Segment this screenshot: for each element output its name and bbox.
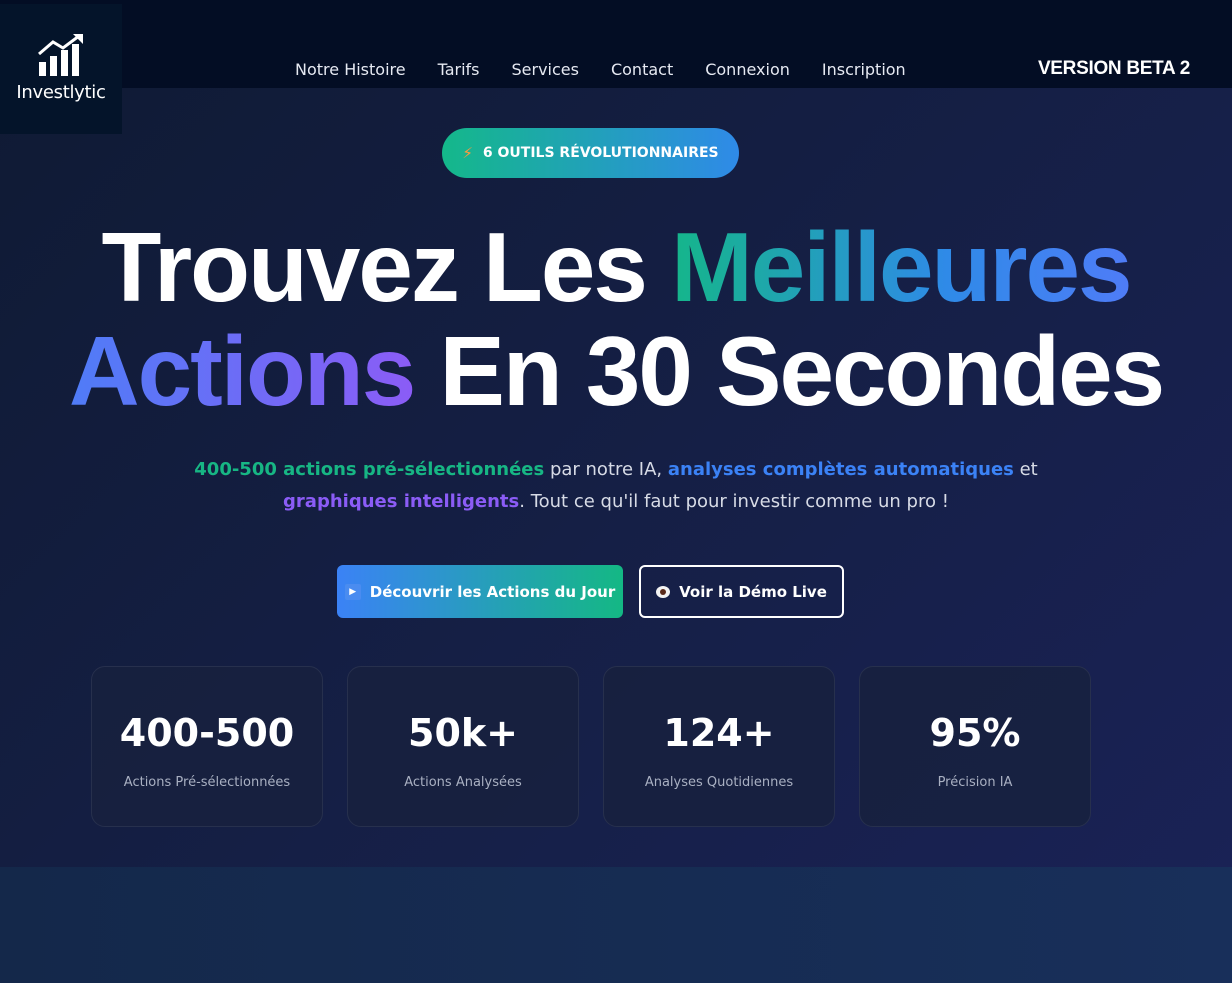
discover-actions-label: Découvrir les Actions du Jour (369, 582, 616, 601)
subtitle-text: par notre IA, (544, 459, 668, 480)
live-demo-button[interactable]: Voir la Démo Live (639, 565, 844, 618)
nav-item-tarifs[interactable]: Tarifs (422, 60, 496, 80)
stat-label: Actions Analysées (404, 775, 522, 790)
stat-label: Précision IA (937, 775, 1013, 790)
tools-badge: ⚡ 6 OUTILS RÉVOLUTIONNAIRES (442, 128, 739, 178)
stat-label: Actions Pré-sélectionnées (123, 775, 291, 790)
lightning-icon: ⚡ (462, 144, 473, 162)
stat-card: 400-500 Actions Pré-sélectionnées (91, 666, 323, 827)
stat-card: 124+ Analyses Quotidiennes (603, 666, 835, 827)
brand-logo[interactable]: Investlytic (0, 4, 122, 134)
chart-growth-icon (38, 34, 83, 76)
headline-line-1: Trouvez Les Meilleures (0, 218, 1232, 316)
headline-text: Trouvez Les (101, 212, 648, 322)
discover-actions-button[interactable]: ▶ Découvrir les Actions du Jour (337, 565, 623, 618)
nav-item-services[interactable]: Services (496, 60, 595, 80)
stat-card: 95% Précision IA (859, 666, 1091, 827)
subtitle-text: et (1013, 459, 1038, 480)
eye-icon (656, 585, 671, 598)
subtitle-line-1: 400-500 actions pré-sélectionnées par no… (0, 454, 1232, 486)
version-label: VERSION BETA 2 (1037, 58, 1190, 79)
nav-item-contact[interactable]: Contact (595, 60, 689, 80)
nav-item-connexion[interactable]: Connexion (689, 60, 806, 80)
subtitle-text: . Tout ce qu'il faut pour investir comme… (519, 491, 949, 512)
live-demo-label: Voir la Démo Live (679, 582, 827, 601)
headline-highlight: Meilleures (671, 212, 1132, 322)
nav-item-inscription[interactable]: Inscription (806, 60, 922, 80)
stat-value: 95% (929, 711, 1021, 755)
stat-card: 50k+ Actions Analysées (347, 666, 579, 827)
next-section (0, 867, 1232, 983)
headline-highlight: Actions (68, 316, 416, 426)
brand-name: Investlytic (16, 82, 106, 103)
headline-line-2: Actions En 30 Secondes (0, 322, 1232, 420)
stat-value: 50k+ (408, 711, 518, 755)
headline-text: En 30 Secondes (439, 316, 1165, 426)
stat-value: 124+ (663, 711, 775, 755)
nav-item-notre-histoire[interactable]: Notre Histoire (279, 60, 422, 80)
subtitle-line-2: graphiques intelligents. Tout ce qu'il f… (0, 486, 1232, 518)
main-nav: Notre Histoire Tarifs Services Contact C… (279, 60, 922, 80)
subtitle-highlight: 400-500 actions pré-sélectionnées (194, 459, 545, 480)
subtitle-highlight: graphiques intelligents (283, 491, 520, 512)
tools-badge-label: 6 OUTILS RÉVOLUTIONNAIRES (482, 145, 719, 161)
subtitle-highlight: analyses complètes automatiques (667, 459, 1014, 480)
stat-value: 400-500 (119, 711, 295, 755)
play-icon: ▶ (344, 583, 361, 600)
stat-label: Analyses Quotidiennes (644, 775, 794, 790)
